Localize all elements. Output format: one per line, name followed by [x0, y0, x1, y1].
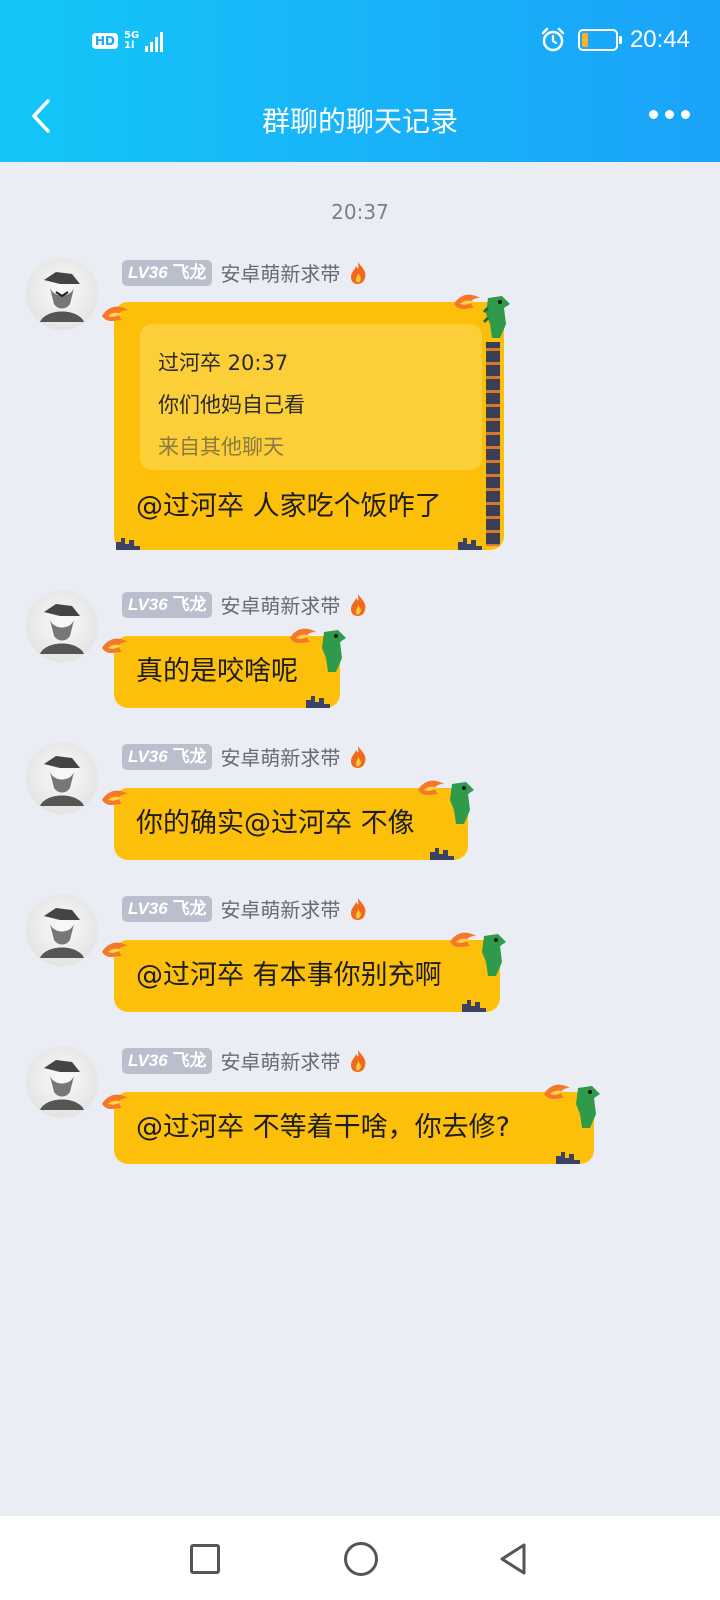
member-title: 安卓萌新求带	[220, 1050, 341, 1074]
message-bubble[interactable]: @过河卒 不等着干啥，你去修?	[102, 1084, 600, 1164]
avatar-sketch-icon	[40, 604, 84, 654]
dinosaur-icon	[576, 1086, 600, 1128]
sender-line: LV36 飞龙 安卓萌新求带	[122, 742, 368, 771]
member-title: 安卓萌新求带	[220, 594, 341, 618]
message-bubble[interactable]: 你的确实@过河卒 不像	[102, 780, 474, 860]
city-decoration-icon	[458, 538, 482, 550]
avatar-sketch-icon	[40, 1060, 84, 1110]
battery-icon	[577, 29, 622, 51]
nav-bar: 群聊的聊天记录	[0, 86, 720, 162]
message-text: @过河卒 有本事你别充啊	[136, 960, 442, 991]
level-badge: LV36 飞龙	[122, 1047, 213, 1074]
message: LV36 飞龙 安卓萌新求带 @过河卒 不等着干啥，你去修?	[26, 1046, 646, 1166]
message: LV36 飞龙 安卓萌新求带 真的是咬啥呢	[26, 590, 546, 710]
message: LV36 飞龙 安卓萌新求带 你的确实@过河卒 不像	[26, 742, 546, 862]
dinosaur-icon	[450, 782, 474, 824]
page-title: 群聊的聊天记录	[261, 105, 458, 138]
flame-decoration-icon	[102, 638, 128, 653]
flame-decoration-icon	[102, 942, 128, 957]
chat-timestamp: 20:37	[331, 200, 389, 224]
hd-badge: HD	[92, 33, 119, 49]
message-text: @过河卒 人家吃个饭咋了	[136, 491, 442, 522]
member-title: 安卓萌新求带	[220, 262, 341, 286]
triangle-back-icon[interactable]	[498, 1542, 528, 1576]
avatar[interactable]	[26, 1046, 98, 1118]
fire-icon	[351, 261, 366, 284]
signal-strength-icon	[145, 30, 164, 52]
message: LV36 飞龙 安卓萌新求带 @过河卒 有本事你别充啊	[26, 894, 546, 1014]
message-text: 你的确实@过河卒 不像	[136, 808, 415, 839]
app-header: HD 5G 1l 20:44 群聊的聊天记录	[0, 0, 720, 162]
avatar[interactable]	[26, 742, 98, 814]
sender-line: LV36 飞龙 安卓萌新求带	[122, 590, 368, 619]
fire-icon	[351, 593, 366, 616]
flame-decoration-icon	[450, 932, 476, 947]
fire-icon	[351, 897, 366, 920]
message-bubble[interactable]: 真的是咬啥呢	[102, 628, 346, 708]
message-bubble[interactable]: 过河卒 20:37 你们他妈自己看 来自其他聊天 @过河卒 人家吃个饭咋了	[102, 294, 510, 550]
fire-icon	[351, 745, 366, 768]
status-bar: HD 5G 1l 20:44	[0, 0, 720, 86]
flame-decoration-icon	[102, 790, 128, 805]
sender-line: LV36 飞龙 安卓萌新求带	[122, 1046, 368, 1075]
status-time: 20:44	[629, 26, 690, 53]
system-nav-bar	[0, 1516, 720, 1600]
avatar[interactable]	[26, 590, 98, 662]
sender-line: LV36 飞龙 安卓萌新求带	[122, 894, 368, 923]
dinosaur-icon	[482, 934, 506, 976]
member-title: 安卓萌新求带	[220, 898, 341, 922]
city-decoration-icon	[116, 538, 140, 550]
level-badge: LV36 飞龙	[122, 743, 213, 770]
flame-decoration-icon	[544, 1084, 570, 1099]
message-bubble[interactable]: @过河卒 有本事你别充啊	[102, 932, 506, 1012]
city-decoration-icon	[462, 1000, 486, 1012]
flame-decoration-icon	[454, 294, 480, 309]
flame-decoration-icon	[418, 780, 444, 795]
square-icon[interactable]	[190, 1544, 220, 1574]
level-badge: LV36 飞龙	[122, 259, 213, 286]
quote-header: 过河卒 20:37	[158, 351, 289, 375]
fire-icon	[351, 1049, 366, 1072]
quoted-message[interactable]: 过河卒 20:37 你们他妈自己看 来自其他聊天	[140, 324, 482, 470]
flame-decoration-icon	[290, 628, 316, 643]
city-decoration-icon	[306, 696, 330, 708]
sender-line: LV36 飞龙 安卓萌新求带	[122, 258, 368, 287]
battery-level	[581, 33, 588, 47]
message: LV36 飞龙 安卓萌新求带 过河卒 20:37 你们他妈自己看 来自其他聊天 …	[26, 258, 546, 558]
avatar[interactable]	[26, 258, 98, 330]
avatar[interactable]	[26, 894, 98, 966]
city-decoration-icon	[556, 1152, 580, 1164]
alarm-clock-icon	[541, 27, 565, 52]
network-indicators: HD 5G 1l	[92, 30, 164, 52]
quote-body: 你们他妈自己看	[158, 393, 305, 417]
status-right: 20:44	[540, 26, 690, 54]
more-dots-icon[interactable]	[649, 110, 690, 119]
bubble-decoration	[486, 342, 500, 546]
dinosaur-icon	[482, 296, 510, 338]
dinosaur-icon	[322, 630, 346, 672]
flame-decoration-icon	[102, 306, 128, 321]
avatar-sketch-icon	[40, 756, 84, 806]
circle-icon[interactable]	[344, 1542, 378, 1576]
flame-decoration-icon	[102, 1094, 128, 1109]
avatar-sketch-icon	[40, 272, 84, 322]
level-badge: LV36 飞龙	[122, 591, 213, 618]
network-type: 5G 1l	[124, 30, 140, 51]
member-title: 安卓萌新求带	[220, 746, 341, 770]
level-badge: LV36 飞龙	[122, 895, 213, 922]
avatar-sketch-icon	[40, 908, 84, 958]
quote-source: 来自其他聊天	[158, 435, 284, 459]
city-decoration-icon	[430, 848, 454, 860]
message-text: @过河卒 不等着干啥，你去修?	[136, 1112, 510, 1143]
